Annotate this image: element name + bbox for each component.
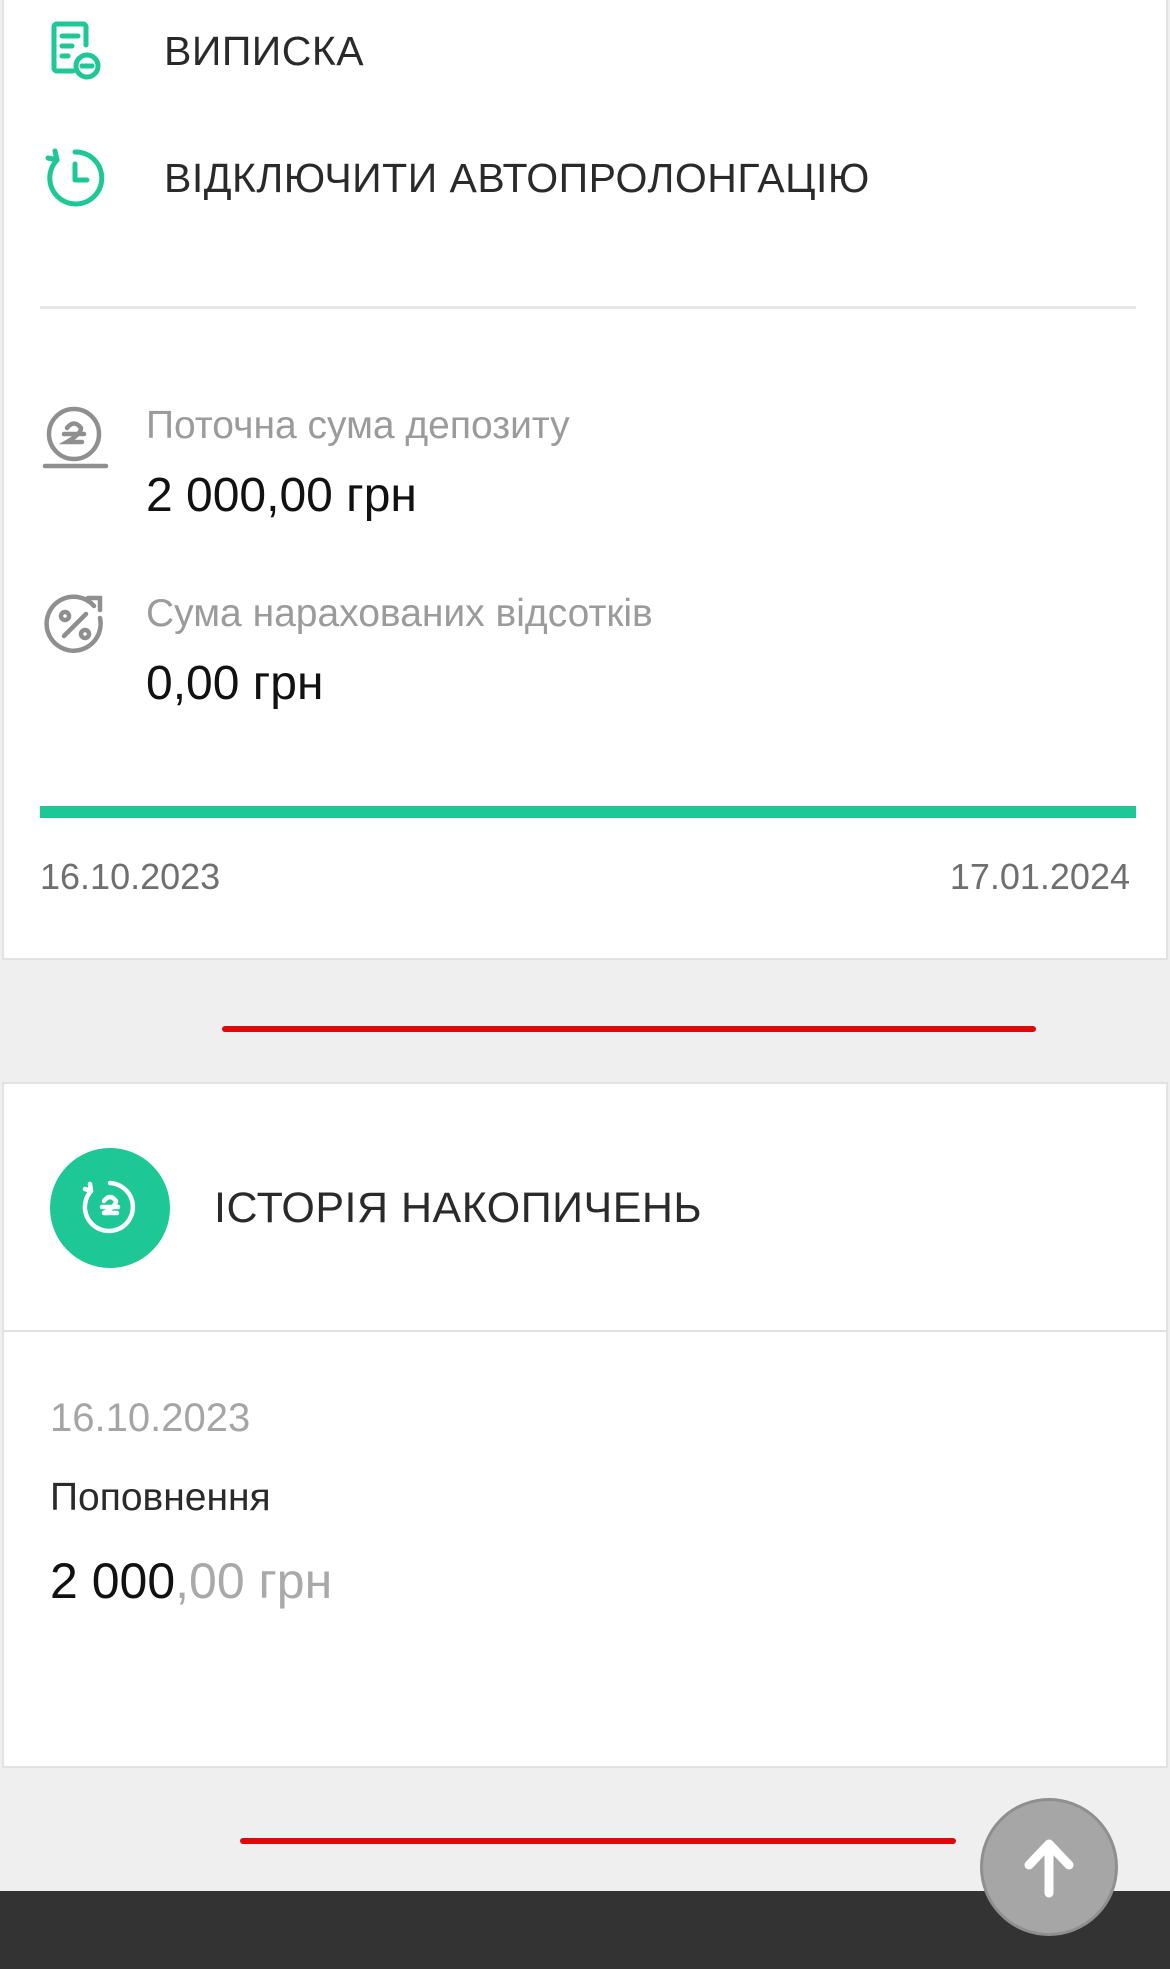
current-amount-value: 2 000,00 грн xyxy=(146,469,417,522)
term-end-date: 17.01.2024 xyxy=(949,856,1130,897)
interest-caption: Сума нарахованих відсотків xyxy=(146,592,653,635)
statement-label: ВИПИСКА xyxy=(164,27,365,74)
interest-value: 0,00 грн xyxy=(146,657,324,710)
transaction-card: 16.10.2023 Поповнення 2 000,00 грн xyxy=(2,1330,1168,1768)
clock-refresh-icon xyxy=(42,145,108,211)
history-header-card[interactable]: ІСТОРІЯ НАКОПИЧЕНЬ xyxy=(2,1082,1168,1332)
percent-badge-icon xyxy=(42,592,112,662)
transaction-amount-integer: 2 000 xyxy=(50,1553,176,1609)
current-amount-caption: Поточна сума депозиту xyxy=(146,404,570,447)
red-underline xyxy=(240,1838,956,1844)
document-minus-icon xyxy=(42,18,108,84)
term-progress-bar xyxy=(40,806,1136,818)
transaction-date: 16.10.2023 xyxy=(50,1396,251,1440)
scroll-to-top-button[interactable] xyxy=(980,1798,1118,1936)
statement-button[interactable]: ВИПИСКА xyxy=(42,18,364,84)
deposit-card: ВИПИСКА ВІДКЛЮЧИТИ АВТОПРОЛОНГАЦІЮ Поточ… xyxy=(2,0,1168,960)
history-title: ІСТОРІЯ НАКОПИЧЕНЬ xyxy=(214,1184,703,1232)
transaction-amount: 2 000,00 грн xyxy=(50,1552,332,1610)
arrow-up-icon xyxy=(1024,1839,1074,1898)
hryvnia-history-icon xyxy=(50,1148,170,1268)
term-start-date: 16.10.2023 xyxy=(40,856,221,897)
transaction-amount-decimal: ,00 грн xyxy=(175,1553,333,1609)
term-progress-fill xyxy=(40,806,1136,818)
red-underline xyxy=(222,1026,1036,1032)
section-divider xyxy=(40,306,1136,309)
transaction-type: Поповнення xyxy=(50,1476,271,1519)
hryvnia-coin-icon xyxy=(42,404,112,474)
disable-autorenew-button[interactable]: ВІДКЛЮЧИТИ АВТОПРОЛОНГАЦІЮ xyxy=(42,145,870,211)
disable-autorenew-label: ВІДКЛЮЧИТИ АВТОПРОЛОНГАЦІЮ xyxy=(164,154,870,201)
